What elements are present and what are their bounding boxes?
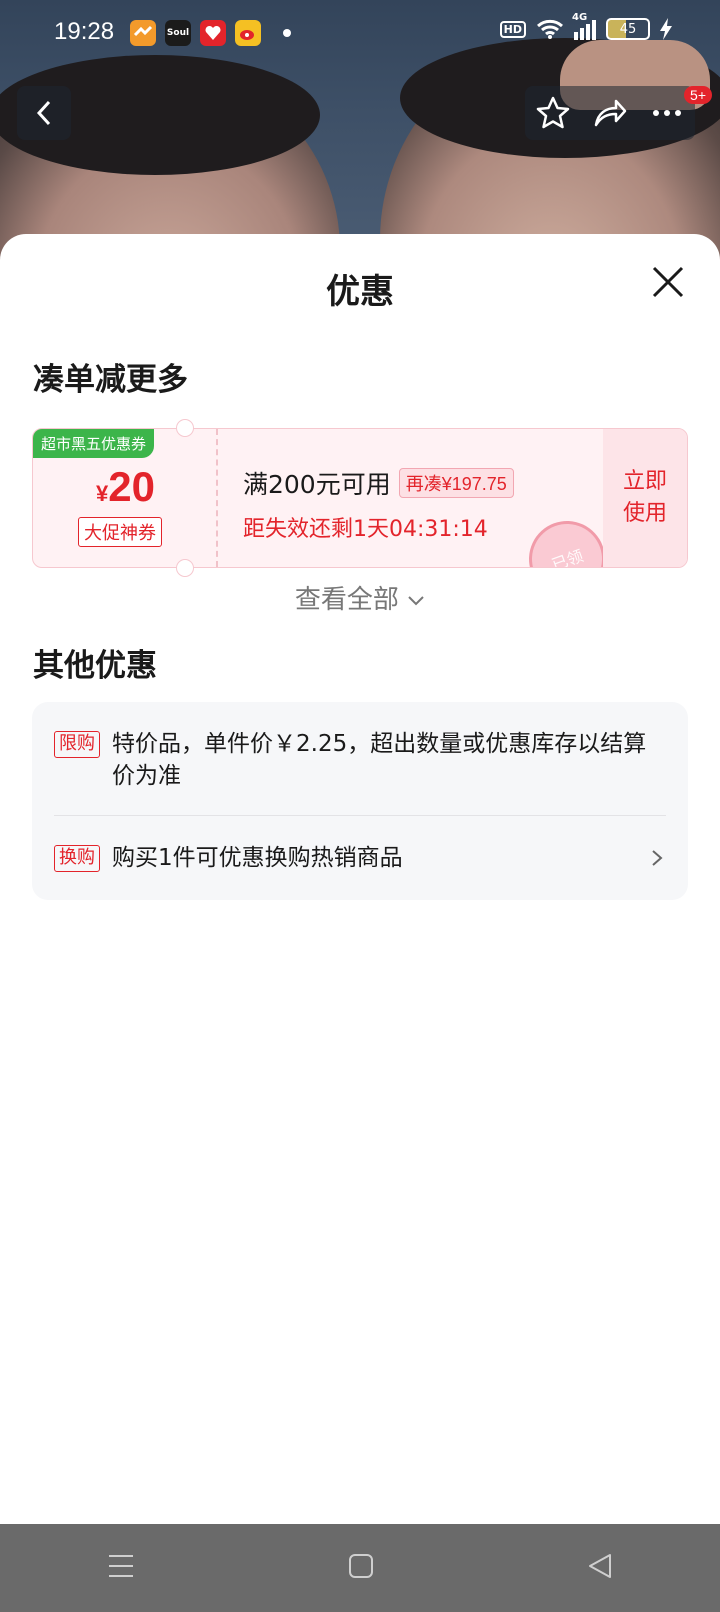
message-badge: 5+ [684, 86, 712, 104]
soul-app-icon: Soul [165, 20, 191, 46]
status-bar: 19:28 Soul HD 4G 45 [0, 0, 720, 64]
offer-text: 购买1件可优惠换购热销商品 [112, 845, 403, 871]
offer-row-limited: 限购 特价品，单件价￥2.25，超出数量或优惠库存以结算价为准 [54, 728, 666, 792]
coupon-card[interactable]: 超市黑五优惠券 ¥20 大促神券 满200元可用 再凑¥197.75 距失效还剩… [32, 428, 688, 568]
offer-row-exchange[interactable]: 换购 购买1件可优惠换购热销商品 [54, 842, 666, 874]
notification-dot [283, 29, 291, 37]
star-icon [537, 96, 570, 129]
share-button[interactable] [586, 89, 634, 137]
coupon-condition: 满200元可用 [243, 470, 391, 499]
menu-icon [108, 1555, 133, 1577]
triangle-back-icon [589, 1554, 612, 1578]
use-now-label-line1: 立即 [622, 469, 667, 494]
top-toolbar [525, 86, 695, 140]
coupon-notch-top [176, 419, 194, 437]
promotion-sheet: 优惠 凑单减更多 超市黑五优惠券 ¥20 大促神券 满200元可用 再凑¥197… [0, 234, 720, 1524]
close-icon [652, 266, 684, 298]
home-nav-button[interactable] [347, 1552, 375, 1584]
view-all-label: 查看全部 [294, 585, 399, 615]
chevron-left-icon [36, 100, 51, 126]
network-type-label: 4G [572, 12, 588, 23]
close-button[interactable] [650, 264, 686, 300]
favorite-button[interactable] [529, 89, 577, 137]
battery-level: 45 [619, 21, 637, 37]
use-now-button[interactable]: 立即 使用 [603, 429, 687, 567]
charging-icon [660, 18, 672, 40]
coupon-left-panel: 超市黑五优惠券 ¥20 大促神券 [33, 429, 218, 567]
section-title-other: 其他优惠 [33, 648, 157, 684]
use-now-label-line2: 使用 [622, 501, 667, 526]
battery-icon: 45 [606, 18, 650, 40]
menu-nav-button[interactable] [106, 1552, 136, 1584]
view-all-link[interactable]: 查看全部 [0, 579, 720, 616]
system-nav-bar [0, 1524, 720, 1612]
status-time: 19:28 [54, 18, 115, 45]
more-needed-badge: 再凑¥197.75 [398, 468, 514, 498]
coupon-expire-countdown: 距失效还剩1天04:31:14 [243, 517, 488, 542]
square-home-icon [348, 1554, 373, 1578]
coupon-type-badge: 大促神券 [78, 517, 162, 547]
chevron-right-icon[interactable] [650, 848, 664, 868]
divider [54, 815, 666, 816]
coupon-condition-row: 满200元可用 再凑¥197.75 [243, 465, 514, 501]
coupon-notch-bottom [176, 559, 194, 577]
coupon-amount: ¥20 [33, 463, 218, 511]
coupon-info: 满200元可用 再凑¥197.75 距失效还剩1天04:31:14 [243, 465, 514, 543]
wifi-icon [537, 19, 563, 39]
back-nav-button[interactable] [586, 1552, 614, 1584]
other-offers-card: 限购 特价品，单件价￥2.25，超出数量或优惠库存以结算价为准 换购 购买1件可… [32, 702, 688, 900]
offer-tag: 限购 [54, 731, 100, 758]
more-dots-icon [652, 110, 681, 116]
section-title-bundle: 凑单减更多 [33, 362, 188, 398]
coupon-currency: ¥ [96, 481, 109, 506]
sheet-title: 优惠 [326, 272, 394, 312]
signal-icon: 4G [572, 12, 596, 40]
huawei-health-icon [130, 20, 156, 46]
weibo-icon [235, 20, 261, 46]
status-right-icons: HD 4G 45 [499, 12, 672, 40]
coupon-value: 20 [108, 463, 155, 510]
coupon-tag: 超市黑五优惠券 [33, 429, 155, 458]
hd-icon: HD [499, 20, 526, 38]
back-button[interactable] [17, 86, 71, 140]
chevron-down-icon [408, 596, 424, 606]
claimed-stamp: 已领 [518, 510, 616, 567]
offer-text: 特价品，单件价￥2.25，超出数量或优惠库存以结算价为准 [112, 731, 647, 789]
app-red-icon [200, 20, 226, 46]
share-icon [594, 99, 627, 127]
offer-tag: 换购 [54, 845, 100, 872]
